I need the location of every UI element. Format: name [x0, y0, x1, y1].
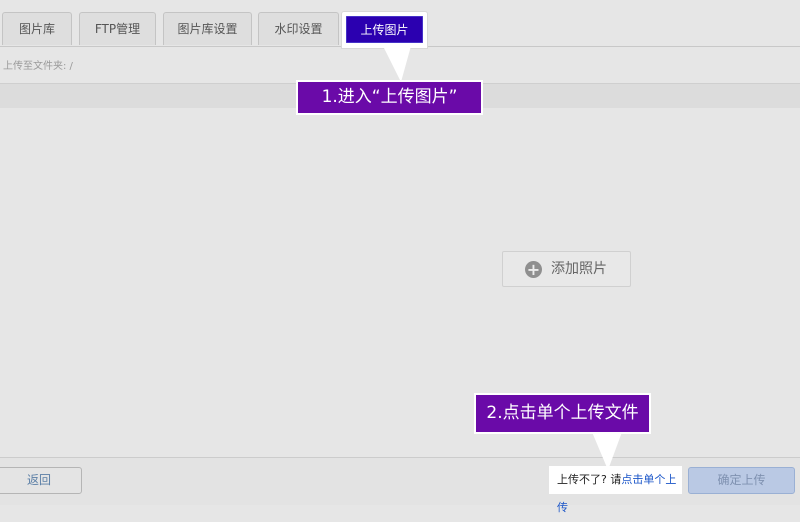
- callout-pointer-icon: [383, 46, 411, 82]
- upload-area: [0, 108, 800, 457]
- callout-pointer-icon: [592, 432, 622, 470]
- callout-step2: 2.点击单个上传文件: [476, 395, 649, 432]
- tab-watermark-settings[interactable]: 水印设置: [258, 12, 339, 45]
- plus-circle-icon: +: [525, 260, 542, 279]
- tab-library-settings[interactable]: 图片库设置: [163, 12, 252, 45]
- tab-upload-image[interactable]: 上传图片: [341, 11, 428, 49]
- add-photo-button[interactable]: + 添加照片: [502, 251, 631, 287]
- confirm-upload-button[interactable]: 确定上传: [688, 467, 795, 494]
- add-photo-label: 添加照片: [551, 261, 607, 277]
- tab-bar: 图片库 FTP管理 图片库设置 水印设置 上传图片: [0, 0, 800, 49]
- tab-image-library[interactable]: 图片库: [2, 12, 72, 45]
- callout-step1: 1.进入“上传图片”: [298, 82, 481, 113]
- upload-help-text: 上传不了? 请: [557, 473, 622, 486]
- tab-ftp-management[interactable]: FTP管理: [79, 12, 156, 45]
- upload-folder-path: 上传至文件夹: /: [3, 61, 73, 72]
- tab-upload-image-label: 上传图片: [346, 16, 423, 43]
- back-button[interactable]: 返回: [0, 467, 82, 494]
